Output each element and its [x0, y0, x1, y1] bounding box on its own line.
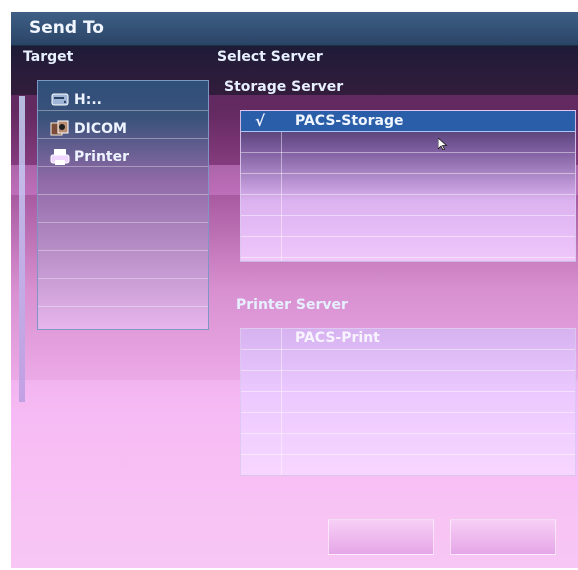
target-item-label: DICOM: [74, 121, 127, 137]
target-item-label: Printer: [74, 149, 130, 165]
target-label: Target: [23, 49, 74, 65]
table-row[interactable]: [241, 455, 575, 475]
send-to-dialog: Send To Target Select Server H:.. DICOM …: [11, 12, 578, 568]
drive-icon: [50, 90, 70, 110]
table-row[interactable]: [241, 371, 575, 392]
printer-server-row[interactable]: PACS-Print: [241, 329, 575, 350]
row-separator: [38, 278, 208, 279]
table-row[interactable]: [241, 413, 575, 434]
row-separator: [38, 222, 208, 223]
left-edge-strip: [19, 96, 25, 402]
row-separator: [38, 306, 208, 307]
printer-server-label: Printer Server: [236, 297, 348, 313]
table-row[interactable]: [241, 132, 575, 153]
server-name: PACS-Print: [295, 330, 380, 346]
target-list[interactable]: H:.. DICOM Printer: [37, 80, 209, 330]
table-row[interactable]: [241, 350, 575, 371]
storage-server-label: Storage Server: [224, 79, 344, 95]
mouse-cursor-icon: [438, 138, 448, 150]
dialog-buttons: [328, 519, 559, 555]
storage-server-table[interactable]: √ PACS-Storage: [240, 110, 576, 262]
table-row[interactable]: [241, 237, 575, 258]
target-item-label: H:..: [74, 92, 102, 108]
printer-server-table[interactable]: PACS-Print: [240, 328, 576, 476]
target-item-printer[interactable]: Printer: [50, 145, 129, 169]
table-row[interactable]: [241, 392, 575, 413]
dialog-button-1[interactable]: [328, 519, 434, 555]
table-row[interactable]: [241, 174, 575, 195]
row-separator: [38, 250, 208, 251]
check-mark: √: [255, 112, 266, 130]
row-separator: [38, 194, 208, 195]
dialog-title: Send To: [29, 18, 104, 38]
title-bar: Send To: [11, 12, 578, 46]
server-name: PACS-Storage: [295, 113, 404, 129]
select-server-label: Select Server: [217, 49, 323, 65]
storage-server-row[interactable]: √ PACS-Storage: [241, 111, 575, 132]
target-item-dicom[interactable]: DICOM: [50, 117, 127, 141]
dialog-button-2[interactable]: [450, 519, 556, 555]
table-row[interactable]: [241, 434, 575, 455]
printer-icon: [50, 147, 70, 167]
target-item-drive[interactable]: H:..: [50, 88, 102, 112]
dicom-icon: [50, 119, 70, 139]
table-row[interactable]: [241, 195, 575, 216]
table-row[interactable]: [241, 153, 575, 174]
table-row[interactable]: [241, 216, 575, 237]
